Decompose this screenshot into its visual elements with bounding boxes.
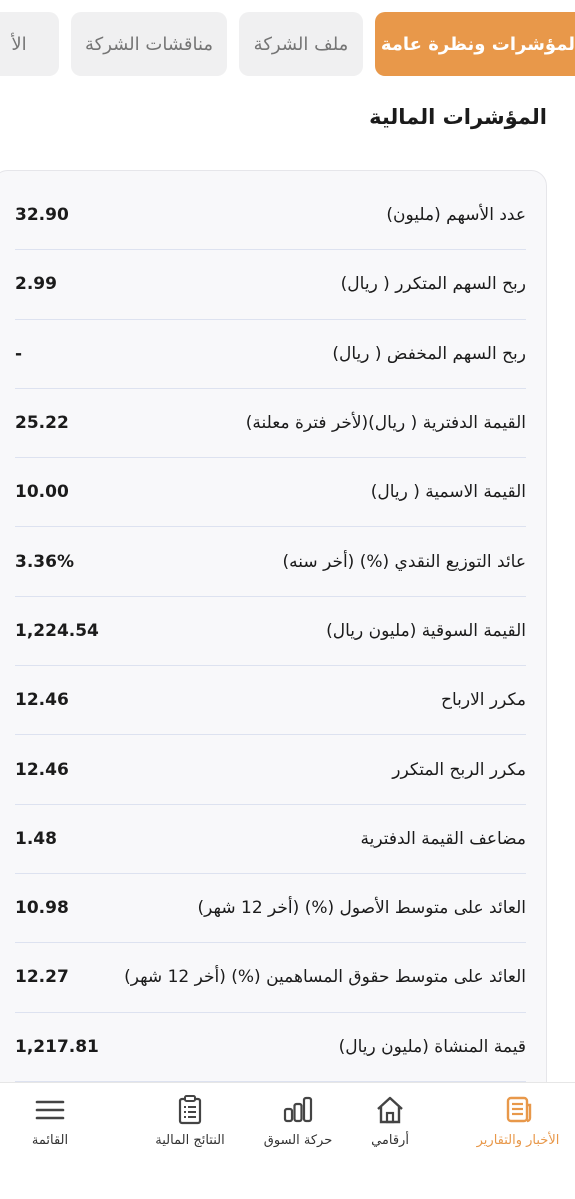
indicator-row: القيمة الاسمية ( ريال) 10.00 [15,458,526,528]
financial-indicators-card: عدد الأسهم (مليون) 32.90 ربح السهم المتكر… [0,170,547,1110]
indicator-label: القيمة السوقية (مليون ريال) [326,620,526,641]
indicator-value: 1,217.81 [15,1036,99,1057]
indicator-row: مضاعف القيمة الدفترية 1.48 [15,805,526,874]
indicator-value: 12.46 [15,690,69,711]
nav-label: أرقامي [371,1133,409,1148]
indicator-row: عدد الأسهم (مليون) 32.90 [15,181,526,251]
bar-chart-icon [283,1096,313,1123]
nav-news-reports[interactable]: الأخبار والتقارير [453,1093,575,1163]
nav-label: الأخبار والتقارير [476,1133,560,1148]
indicator-label: العائد على متوسط الأصول (%) (أخر 12 شهر) [197,898,527,919]
indicator-label: مكرر الربح المتكرر [392,759,526,780]
indicator-label: عدد الأسهم (مليون) [386,205,526,226]
indicator-row: العائد على متوسط الأصول (%) (أخر 12 شهر)… [15,874,527,944]
indicator-row: عائد التوزيع النقدي (%) (أخر سنه) 3.36% [15,527,526,597]
tab-company-discussions[interactable]: مناقشات الشركة [71,12,227,76]
menu-icon [35,1100,65,1120]
indicator-value: 2.99 [15,274,57,295]
indicator-value: 1.48 [15,828,57,849]
indicator-label: القيمة الدفترية ( ريال)(لأخر فترة معلنة) [245,413,526,434]
indicator-value: - [15,343,23,364]
bottom-navigation: الأخبار والتقارير أرقامي حركة السوق النت… [0,1082,575,1199]
indicators-list: عدد الأسهم (مليون) 32.90 ربح السهم المتكر… [15,181,526,1082]
indicator-label: مكرر الارباح [441,690,526,711]
tab-truncated[interactable]: الأ [0,12,59,76]
indicator-value: 1,224.54 [15,620,99,641]
indicator-label: ربح السهم المخفض ( ريال) [332,343,526,364]
indicator-value: 3.36% [15,551,74,572]
section-title: المؤشرات المالية [369,105,547,129]
indicator-row: العائد على متوسط حقوق المساهمين (%) (أخر… [15,943,526,1013]
nav-label: النتائج المالية [155,1133,225,1148]
indicator-value: 32.90 [15,205,69,226]
indicator-value: 10.00 [15,482,69,503]
indicator-label: ربح السهم المتكرر ( ريال) [340,274,526,295]
indicator-label: القيمة الاسمية ( ريال) [370,482,526,503]
indicator-label: قيمة المنشاة (مليون ريال) [338,1036,526,1057]
nav-label: حركة السوق [263,1133,333,1148]
indicator-row: ربح السهم المخفض ( ريال) - [15,320,526,389]
nav-financial-results[interactable]: النتائج المالية [125,1093,255,1163]
nav-label: القائمة [31,1133,69,1148]
indicator-row: مكرر الربح المتكرر 12.46 [15,735,526,805]
indicator-row: ربح السهم المتكرر ( ريال) 2.99 [15,250,526,320]
clipboard-icon [178,1095,202,1125]
tab-indicators-overview[interactable]: المؤشرات ونظرة عامة [375,12,575,76]
home-icon [377,1096,403,1124]
indicator-label: العائد على متوسط حقوق المساهمين (%) (أخر… [124,967,526,988]
top-tabs: المؤشرات ونظرة عامة ملف الشركة مناقشات ا… [0,12,575,78]
indicator-value: 10.98 [15,898,69,919]
indicator-row: قيمة المنشاة (مليون ريال) 1,217.81 [15,1013,526,1082]
page: المؤشرات ونظرة عامة ملف الشركة مناقشات ا… [0,0,575,1199]
indicator-row: مكرر الارباح 12.46 [15,666,526,736]
indicator-value: 25.22 [15,413,69,434]
indicator-label: مضاعف القيمة الدفترية [360,828,526,849]
nav-menu[interactable]: القائمة [0,1093,115,1163]
indicator-value: 12.27 [15,967,69,988]
indicator-value: 12.46 [15,759,69,780]
indicator-row: القيمة الدفترية ( ريال)(لأخر فترة معلنة)… [15,389,526,459]
news-icon [506,1096,532,1123]
tab-company-profile[interactable]: ملف الشركة [239,12,363,76]
indicator-row: القيمة السوقية (مليون ريال) 1,224.54 [15,597,526,667]
indicator-label: عائد التوزيع النقدي (%) (أخر سنه) [282,551,526,572]
